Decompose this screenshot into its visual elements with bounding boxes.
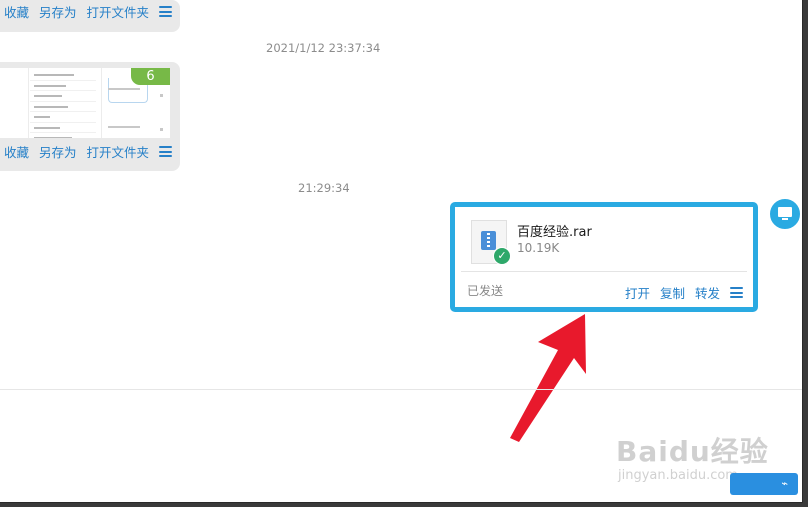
- chat-window: 收藏 另存为 打开文件夹 2021/1/12 23:37:34 6 收藏 另存为…: [0, 0, 803, 503]
- send-button[interactable]: ⌁: [730, 473, 798, 495]
- input-area-divider: [0, 389, 802, 390]
- watermark-main: Baidu经验: [616, 435, 769, 468]
- watermark-sub: jingyan.baidu.com: [618, 468, 738, 483]
